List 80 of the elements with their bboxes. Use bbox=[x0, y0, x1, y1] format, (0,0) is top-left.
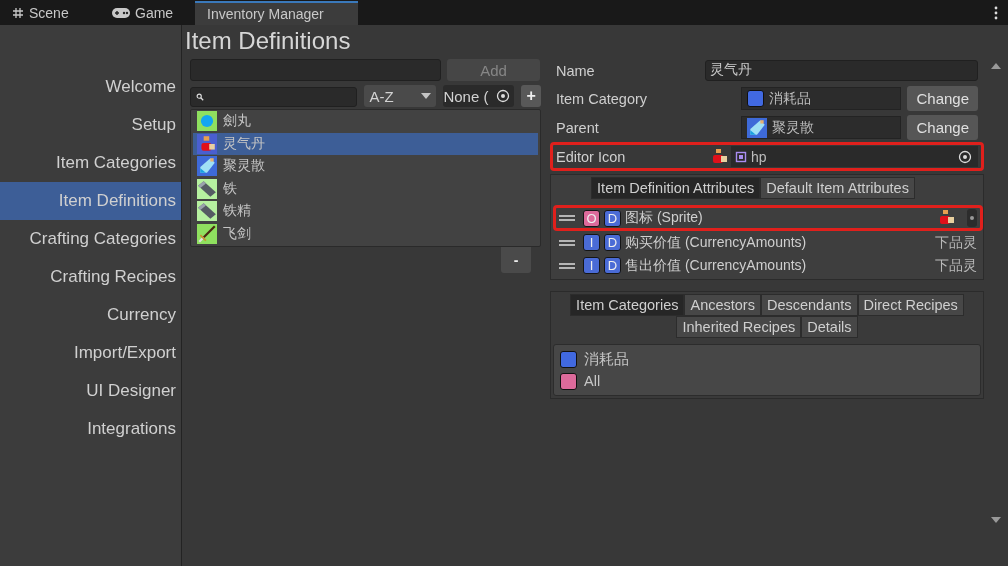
editor-tab[interactable]: Game bbox=[100, 1, 195, 25]
sidebar-item[interactable]: Integrations bbox=[0, 410, 181, 448]
attribute-tab[interactable]: Default Item Attributes bbox=[760, 177, 915, 199]
sidebar-item[interactable]: UI Designer bbox=[0, 372, 181, 410]
caret-icon bbox=[421, 93, 432, 99]
potion-icon bbox=[937, 209, 955, 227]
item-list-row[interactable]: 聚灵散 bbox=[193, 155, 538, 178]
category-name: All bbox=[584, 373, 601, 389]
item-name: 劍丸 bbox=[223, 112, 251, 131]
relation-tab[interactable]: Ancestors bbox=[684, 294, 761, 316]
scroll-down-icon[interactable] bbox=[990, 517, 1001, 523]
name-field[interactable]: 灵气丹 bbox=[704, 60, 978, 81]
change-button[interactable]: Change bbox=[907, 86, 978, 111]
drag-handle-icon[interactable] bbox=[559, 214, 575, 222]
page-title: Item Definitions bbox=[184, 26, 352, 56]
relation-tab[interactable]: Inherited Recipes bbox=[676, 316, 802, 338]
add-filter-button[interactable]: + bbox=[521, 85, 541, 107]
sidebar-item[interactable]: Item Categories bbox=[0, 144, 181, 182]
attribute-badge: D bbox=[604, 209, 621, 227]
relation-tab[interactable]: Descendants bbox=[760, 294, 858, 316]
attribute-name: 购买价值 (CurrencyAmounts) bbox=[625, 233, 808, 252]
object-field[interactable]: 聚灵散 bbox=[740, 116, 902, 139]
attribute-badge: D bbox=[604, 257, 621, 274]
relation-tab[interactable]: Details bbox=[801, 316, 858, 338]
drag-handle-icon[interactable] bbox=[559, 261, 575, 270]
attribute-value: 下品灵 bbox=[935, 233, 977, 252]
item-list-row[interactable]: 铁精 bbox=[193, 200, 538, 223]
target-icon bbox=[496, 89, 511, 103]
attribute-value: 下品灵 bbox=[935, 256, 977, 275]
search-icon bbox=[196, 93, 204, 101]
attribute-badge: I bbox=[583, 234, 600, 251]
more-options-icon[interactable] bbox=[994, 6, 998, 20]
attribute-badge: D bbox=[604, 234, 621, 251]
item-list-row[interactable]: 铁 bbox=[193, 177, 538, 200]
sort-dropdown[interactable]: A-Z bbox=[364, 85, 437, 107]
potion-icon bbox=[710, 147, 728, 166]
attribute-name: 售出价值 (CurrencyAmounts) bbox=[625, 256, 808, 275]
item-name: 铁精 bbox=[223, 202, 251, 221]
attribute-tab[interactable]: Item Definition Attributes bbox=[591, 177, 761, 199]
sidebar-item[interactable]: Import/Export bbox=[0, 334, 181, 372]
filter-field[interactable]: None ( bbox=[443, 85, 515, 107]
editor-tab[interactable]: Scene bbox=[0, 1, 100, 25]
sprite-field[interactable]: hp bbox=[731, 146, 978, 167]
name-input-field[interactable] bbox=[190, 59, 441, 81]
grid-icon bbox=[12, 7, 24, 19]
sidebar-item[interactable]: Item Definitions bbox=[0, 182, 181, 220]
item-list-row[interactable]: 灵气丹 bbox=[193, 132, 538, 155]
attribute-badge: I bbox=[583, 257, 600, 274]
attribute-name: 图标 (Sprite) bbox=[625, 209, 704, 227]
item-name: 灵气丹 bbox=[223, 134, 265, 153]
field-label: Name bbox=[556, 62, 596, 79]
attribute-badge: O bbox=[583, 209, 600, 227]
field-label: Item Category bbox=[556, 90, 649, 107]
gamepad-icon bbox=[112, 8, 130, 18]
change-button[interactable]: Change bbox=[907, 115, 978, 140]
category-name: 消耗品 bbox=[584, 349, 629, 369]
item-name: 聚灵散 bbox=[223, 157, 265, 176]
editor-tab[interactable]: Inventory Manager bbox=[195, 1, 358, 25]
object-picker-handle[interactable] bbox=[967, 209, 977, 227]
sidebar-item[interactable]: Setup bbox=[0, 106, 181, 144]
item-list-row[interactable]: 飞剑 bbox=[193, 222, 538, 245]
relation-tab[interactable]: Direct Recipes bbox=[857, 294, 964, 316]
scroll-up-icon[interactable] bbox=[990, 63, 1001, 69]
item-list-row[interactable]: 劍丸 bbox=[193, 110, 538, 133]
sidebar-item[interactable]: Currency bbox=[0, 296, 181, 334]
sidebar-item[interactable]: Welcome bbox=[0, 68, 181, 106]
object-field[interactable]: 消耗品 bbox=[740, 87, 902, 110]
relation-tab[interactable]: Item Categories bbox=[570, 294, 685, 316]
drag-handle-icon[interactable] bbox=[559, 238, 575, 247]
search-field[interactable] bbox=[190, 87, 358, 107]
field-label: Parent bbox=[556, 119, 600, 136]
item-name: 铁 bbox=[223, 179, 237, 198]
target-icon bbox=[958, 149, 972, 164]
sidebar-item[interactable]: Crafting Categories bbox=[0, 220, 181, 258]
flask-icon bbox=[746, 117, 767, 138]
sprite-icon bbox=[735, 150, 747, 163]
field-label: Editor Icon bbox=[556, 148, 627, 165]
sidebar-item[interactable]: Crafting Recipes bbox=[0, 258, 181, 296]
remove-button[interactable]: - bbox=[501, 247, 531, 273]
item-name: 飞剑 bbox=[223, 224, 251, 243]
